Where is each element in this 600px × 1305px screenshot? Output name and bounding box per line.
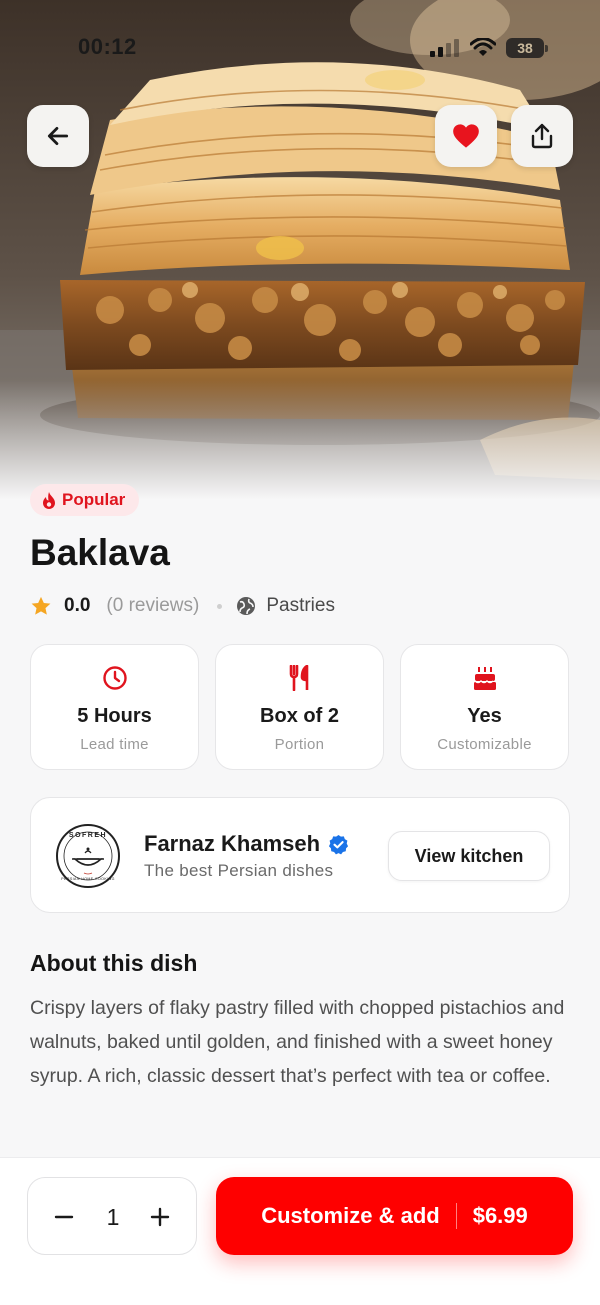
verified-icon xyxy=(329,834,349,854)
customizable-card: Yes Customizable xyxy=(400,644,569,770)
status-bar: 00:12 38 xyxy=(0,30,600,66)
dish-meta: 0.0 (0 reviews) Pastries xyxy=(30,593,335,619)
kitchen-logo: SOFREH PERSIAN HOME COOKING xyxy=(56,824,120,888)
utensils-icon xyxy=(289,665,308,691)
hero-fade xyxy=(0,380,600,500)
battery-indicator: 38 xyxy=(506,38,548,58)
arrow-left-icon xyxy=(47,127,69,145)
lead-time-card: 5 Hours Lead time xyxy=(30,644,199,770)
customizable-value: Yes xyxy=(467,705,502,727)
heart-icon xyxy=(453,124,479,148)
about-description: Crispy layers of flaky pastry filled wit… xyxy=(30,997,565,1087)
add-button-label: Customize & add xyxy=(261,1203,440,1228)
star-icon xyxy=(31,596,51,615)
flame-icon xyxy=(43,491,55,509)
category-label: Pastries xyxy=(266,595,335,616)
portion-card: Box of 2 Portion xyxy=(215,644,384,770)
globe-icon xyxy=(237,597,256,615)
customize-add-button[interactable]: Customize & add $6.99 xyxy=(216,1177,573,1255)
meta-separator xyxy=(217,603,223,609)
popular-badge-label: Popular xyxy=(62,490,126,509)
increase-quantity-button[interactable] xyxy=(132,1178,188,1256)
quantity-stepper: 1 xyxy=(27,1177,197,1255)
kitchen-logo-text: SOFREH xyxy=(69,832,107,839)
chef-name-text: Farnaz Khamseh xyxy=(144,831,321,856)
signal-icon xyxy=(430,39,459,57)
share-icon xyxy=(531,123,553,149)
kitchen-logo-subtext: PERSIAN HOME COOKING xyxy=(61,877,115,881)
share-button[interactable] xyxy=(511,105,573,167)
plus-icon xyxy=(150,1207,170,1227)
portion-value: Box of 2 xyxy=(260,705,339,727)
add-button-price: $6.99 xyxy=(472,1203,528,1228)
info-cards: 5 Hours Lead time Box of 2 Portion Yes C… xyxy=(30,644,570,770)
status-time: 00:12 xyxy=(78,34,137,59)
back-button[interactable] xyxy=(27,105,89,167)
cake-icon xyxy=(473,667,496,690)
popular-badge: Popular xyxy=(30,484,140,516)
minus-icon xyxy=(54,1215,74,1219)
add-button-divider xyxy=(455,1203,457,1229)
favorite-button[interactable] xyxy=(435,105,497,167)
chef-name[interactable]: Farnaz Khamseh xyxy=(144,831,349,857)
view-kitchen-button[interactable]: View kitchen xyxy=(388,831,550,881)
kitchen-card: SOFREH PERSIAN HOME COOKING Farnaz Khams… xyxy=(30,797,570,913)
reviews-link[interactable]: (0 reviews) xyxy=(106,595,199,617)
clock-icon xyxy=(102,666,127,690)
hero-image xyxy=(0,0,600,500)
kitchen-subtitle: The best Persian dishes xyxy=(144,861,334,880)
lead-time-label: Lead time xyxy=(80,736,149,753)
portion-label: Portion xyxy=(274,736,325,753)
rating-value: 0.0 xyxy=(64,595,91,616)
lead-time-value: 5 Hours xyxy=(77,705,152,727)
bottom-action-bar: 1 Customize & add $6.99 xyxy=(0,1157,600,1305)
customizable-label: Customizable xyxy=(437,736,532,753)
dish-title: Baklava xyxy=(30,532,170,573)
wifi-icon xyxy=(470,38,496,56)
about-title: About this dish xyxy=(30,950,198,976)
